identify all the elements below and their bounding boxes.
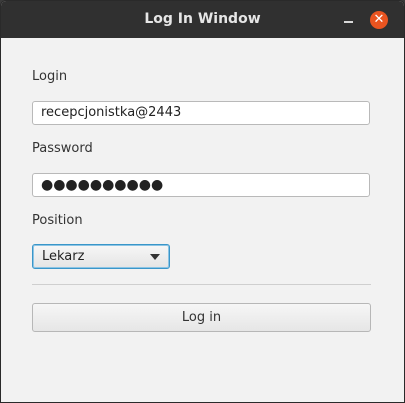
- close-icon: ✕: [373, 12, 385, 27]
- minimize-button[interactable]: [339, 9, 359, 29]
- position-label: Position: [32, 213, 83, 228]
- login-input[interactable]: recepcjonistka@2443: [32, 101, 370, 125]
- password-label: Password: [32, 141, 93, 156]
- password-input[interactable]: ●●●●●●●●●●: [32, 173, 370, 197]
- chevron-down-icon: [150, 254, 160, 260]
- log-in-button[interactable]: Log in: [32, 303, 371, 332]
- form-panel: Login recepcjonistka@2443 Password ●●●●●…: [1, 38, 404, 402]
- login-window: Log In Window ✕ Login recepcjonistka@244…: [0, 0, 405, 403]
- login-label: Login: [32, 69, 68, 84]
- position-select-value: Lekarz: [42, 249, 85, 264]
- divider: [32, 284, 371, 285]
- close-button[interactable]: ✕: [370, 11, 388, 29]
- title-bar[interactable]: Log In Window ✕: [1, 1, 404, 38]
- minimize-icon: [344, 21, 353, 23]
- position-select[interactable]: Lekarz: [32, 244, 170, 269]
